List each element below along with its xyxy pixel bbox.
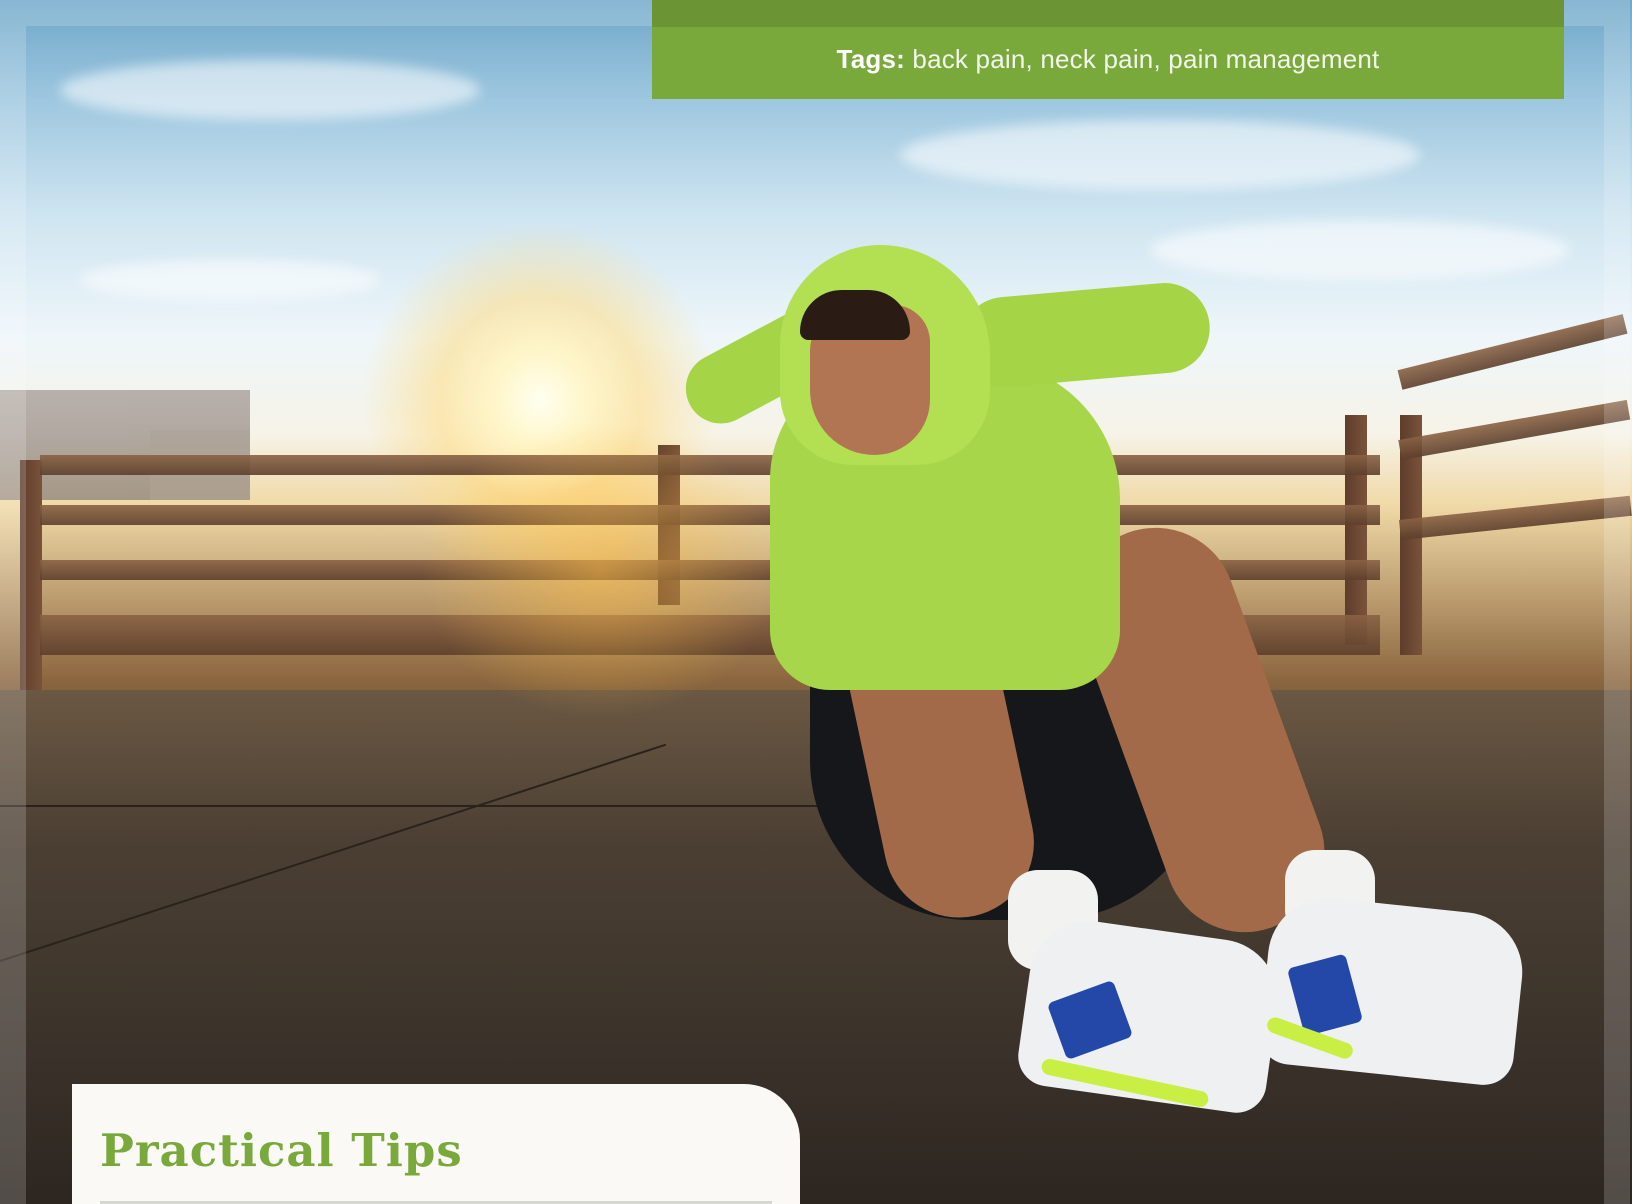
ground-crack: [0, 805, 820, 807]
practical-tips-card: Practical Tips: [72, 1084, 800, 1204]
cloud: [60, 60, 480, 120]
cloud: [80, 260, 380, 300]
right-arm: [956, 279, 1214, 391]
fence-rail: [1398, 495, 1632, 540]
cloud: [1150, 220, 1570, 280]
practical-tips-heading: Practical Tips: [100, 1124, 463, 1177]
tags-label: Tags:: [836, 44, 905, 74]
tags-banner: Tags: back pain, neck pain, pain managem…: [652, 0, 1564, 99]
fence-rail: [1398, 399, 1631, 460]
cloud: [900, 120, 1420, 190]
hair: [800, 290, 910, 340]
tags-values[interactable]: back pain, neck pain, pain management: [912, 44, 1379, 74]
fence-post: [1345, 415, 1367, 645]
fence-rail: [1397, 314, 1628, 390]
fence-post: [20, 460, 42, 690]
lens-glare: [420, 420, 780, 720]
tags-banner-top-strip: [652, 0, 1564, 27]
tags-line: Tags: back pain, neck pain, pain managem…: [652, 44, 1564, 75]
hero-photo: [0, 0, 1632, 1204]
